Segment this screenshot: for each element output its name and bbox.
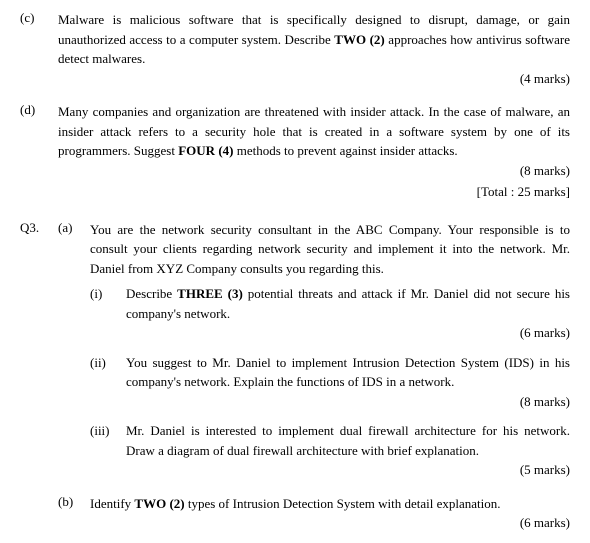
q3-sub-i-marks: (6 marks) [126,323,570,343]
marks-d: (8 marks) [58,161,570,181]
text-d2: methods to prevent against insider attac… [233,143,457,158]
section-d: (d) Many companies and organization are … [20,102,570,202]
content-d: Many companies and organization are thre… [58,102,570,202]
q3-sub-ii: (ii) You suggest to Mr. Daniel to implem… [90,353,570,412]
q3-b-bold: TWO (2) [134,496,184,511]
q3-b-row: (b) Identify TWO (2) types of Intrusion … [20,494,570,533]
marks-c: (4 marks) [58,69,570,89]
q3-subquestions: (i) Describe THREE (3) potential threats… [90,284,570,480]
total-d: [Total : 25 marks] [58,182,570,202]
label-d: (d) [20,102,58,202]
label-c: (c) [20,10,58,88]
q3-sub-i-content: Describe THREE (3) potential threats and… [126,284,570,343]
q3-sub-iii-content: Mr. Daniel is interested to implement du… [126,421,570,480]
q3-sub-ii-label: (ii) [90,353,126,412]
q3-a-label: (a) [58,220,90,490]
q3-sub-i-bold: THREE (3) [177,286,243,301]
q3-sub-i-label: (i) [90,284,126,343]
q3-sub-i: (i) Describe THREE (3) potential threats… [90,284,570,343]
q3-b-spacer [20,494,58,533]
content-c: Malware is malicious software that is sp… [58,10,570,88]
q3-sub-ii-text: You suggest to Mr. Daniel to implement I… [126,355,570,390]
q3-sub-iii-text: Mr. Daniel is interested to implement du… [126,423,570,458]
q3-sub-iii-label: (iii) [90,421,126,480]
q3-b-text1: Identify [90,496,134,511]
q3-a-text: You are the network security consultant … [90,222,570,276]
q3-b-marks: (6 marks) [90,513,570,533]
q3-b-content: Identify TWO (2) types of Intrusion Dete… [90,494,570,533]
q3-b-text2: types of Intrusion Detection System with… [185,496,501,511]
q3-sub-iii: (iii) Mr. Daniel is interested to implem… [90,421,570,480]
q3-b-label: (b) [58,494,90,533]
bold-c: TWO (2) [334,32,384,47]
q3-sub-ii-marks: (8 marks) [126,392,570,412]
q3-label: Q3. [20,220,58,490]
q3-sub-ii-content: You suggest to Mr. Daniel to implement I… [126,353,570,412]
q3-a-content: You are the network security consultant … [90,220,570,490]
q3-sub-iii-marks: (5 marks) [126,460,570,480]
q3-section: Q3. (a) You are the network security con… [20,220,570,533]
section-c: (c) Malware is malicious software that i… [20,10,570,88]
bold-d: FOUR (4) [178,143,233,158]
q3-a-row: Q3. (a) You are the network security con… [20,220,570,490]
